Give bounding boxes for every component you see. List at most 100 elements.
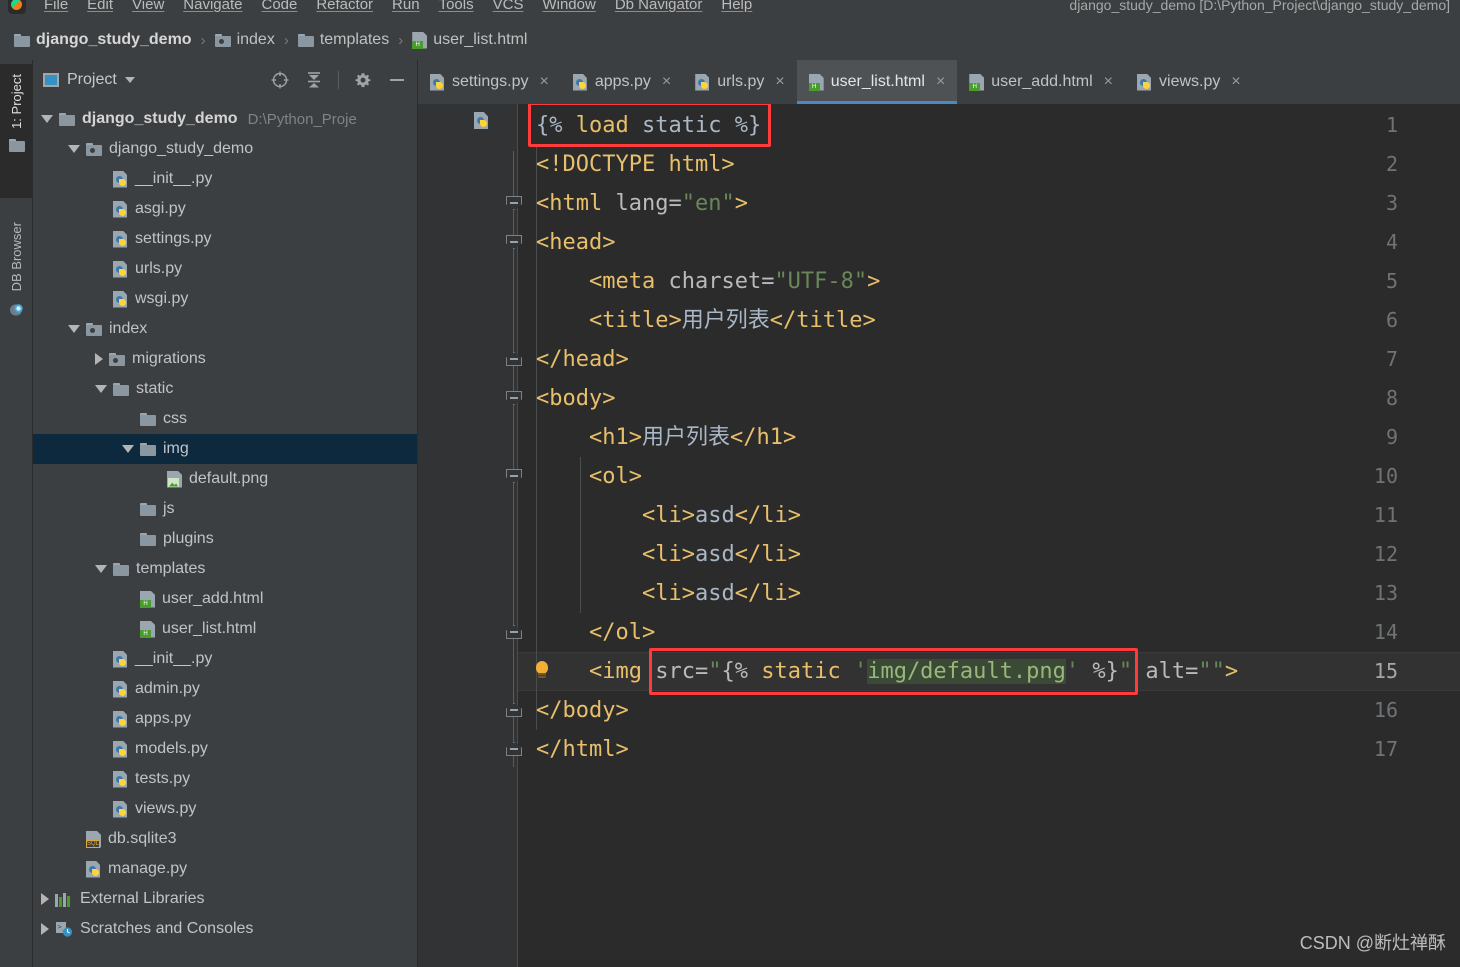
editor-tab-user-list-html[interactable]: Huser_list.html × xyxy=(796,60,958,104)
tree-row[interactable]: migrations xyxy=(33,344,417,374)
editor-tab-settings-py[interactable]: settings.py × xyxy=(418,60,561,104)
tree-row[interactable]: Huser_list.html xyxy=(33,614,417,644)
menu-item-db-navigator[interactable]: Db Navigator xyxy=(615,0,703,15)
tree-row[interactable]: admin.py xyxy=(33,674,417,704)
code-line[interactable]: <!DOCTYPE html> xyxy=(536,145,735,184)
code-line[interactable]: </ol> xyxy=(536,613,655,652)
code-line[interactable]: <li>asd</li> xyxy=(536,574,801,613)
code-line[interactable]: </body> xyxy=(536,691,629,730)
tool-window-button-1-project[interactable]: 1: Project xyxy=(0,64,33,198)
menu-item-code[interactable]: Code xyxy=(261,0,297,15)
tree-row[interactable]: settings.py xyxy=(33,224,417,254)
code-line[interactable]: <img src="{% static 'img/default.png' %}… xyxy=(536,652,1238,691)
tree-row[interactable]: views.py xyxy=(33,794,417,824)
tree-row[interactable]: index xyxy=(33,314,417,344)
chevron-down-icon[interactable] xyxy=(95,565,107,573)
project-file-tree[interactable]: django_study_demo D:\Python_Proje django_s… xyxy=(33,100,417,967)
settings-gear-icon[interactable] xyxy=(353,70,373,90)
tree-row[interactable]: __init__.py xyxy=(33,164,417,194)
tree-row[interactable]: static xyxy=(33,374,417,404)
breadcrumb-item-user-list-html[interactable]: Huser_list.html xyxy=(412,31,527,49)
close-icon[interactable]: × xyxy=(936,73,945,91)
tree-row[interactable]: __init__.py xyxy=(33,644,417,674)
tree-row[interactable]: default.png xyxy=(33,464,417,494)
menu-item-navigate[interactable]: Navigate xyxy=(183,0,242,15)
locate-target-icon[interactable] xyxy=(270,70,290,90)
editor-tab-urls-py[interactable]: urls.py × xyxy=(683,60,796,104)
tree-row[interactable]: Huser_add.html xyxy=(33,584,417,614)
code-line[interactable]: </head> xyxy=(536,340,629,379)
close-icon[interactable]: × xyxy=(1231,73,1240,91)
close-icon[interactable]: × xyxy=(662,73,671,91)
breadcrumb-item-django-study-demo[interactable]: django_study_demo xyxy=(14,31,192,49)
close-icon[interactable]: × xyxy=(775,73,784,91)
breadcrumb[interactable]: django_study_demo › index › templates › Huser_… xyxy=(0,20,1460,60)
menu-items[interactable]: File Edit View Navigate Code Refactor Run Tools… xyxy=(44,0,752,15)
tree-row[interactable]: django_study_demo D:\Python_Proje xyxy=(33,104,417,134)
close-icon[interactable]: × xyxy=(539,73,548,91)
tree-row[interactable]: wsgi.py xyxy=(33,284,417,314)
db-browser-icon xyxy=(9,304,27,323)
code-line[interactable]: <head> xyxy=(536,223,615,262)
chevron-down-icon[interactable] xyxy=(41,115,53,123)
hide-minus-icon[interactable] xyxy=(387,70,407,90)
chevron-down-icon[interactable] xyxy=(124,77,135,83)
code-editor[interactable]: 1 2 3 4 5 6 7 8 9 10 11 12 13 14 15 16 17 {% load static… xyxy=(418,104,1460,967)
collapse-all-icon[interactable] xyxy=(304,70,324,90)
tree-row[interactable]: External Libraries xyxy=(33,884,417,914)
editor-tab-bar[interactable]: settings.py × apps.py × urls.py × Huser_list.h… xyxy=(418,60,1460,104)
chevron-down-icon[interactable] xyxy=(122,445,134,453)
code-line[interactable]: <body> xyxy=(536,379,615,418)
tree-row[interactable]: models.py xyxy=(33,734,417,764)
code-line[interactable]: <li>asd</li> xyxy=(536,535,801,574)
editor-tab-apps-py[interactable]: apps.py × xyxy=(561,60,683,104)
tree-row[interactable]: templates xyxy=(33,554,417,584)
editor-gutter[interactable] xyxy=(418,104,518,967)
menu-item-help[interactable]: Help xyxy=(721,0,752,15)
breadcrumb-item-templates[interactable]: templates xyxy=(297,31,389,49)
close-icon[interactable]: × xyxy=(1104,73,1113,91)
tree-row[interactable]: SQL db.sqlite3 xyxy=(33,824,417,854)
menu-item-refactor[interactable]: Refactor xyxy=(316,0,373,15)
tree-row-label: css xyxy=(163,410,187,427)
tree-row[interactable]: urls.py xyxy=(33,254,417,284)
code-content[interactable]: {% load static %} <!DOCTYPE html> <html la… xyxy=(518,104,1460,967)
tree-row[interactable]: tests.py xyxy=(33,764,417,794)
tree-row[interactable]: apps.py xyxy=(33,704,417,734)
chevron-down-icon[interactable] xyxy=(68,325,80,333)
menu-item-vcs[interactable]: VCS xyxy=(493,0,524,15)
editor-tab-user-add-html[interactable]: Huser_add.html × xyxy=(957,60,1125,104)
editor-tab-views-py[interactable]: views.py × xyxy=(1125,60,1253,104)
chevron-right-icon[interactable] xyxy=(41,893,49,905)
tree-row[interactable]: django_study_demo xyxy=(33,134,417,164)
code-line[interactable]: <meta charset="UTF-8"> xyxy=(536,262,880,301)
tree-row[interactable]: asgi.py xyxy=(33,194,417,224)
chevron-down-icon[interactable] xyxy=(95,385,107,393)
chevron-right-icon[interactable] xyxy=(95,353,103,365)
code-line[interactable]: <ol> xyxy=(536,457,642,496)
menu-item-edit[interactable]: Edit xyxy=(87,0,113,15)
code-line[interactable]: <h1>用户列表</h1> xyxy=(536,418,796,457)
menu-item-view[interactable]: View xyxy=(132,0,164,15)
code-line[interactable]: <title>用户列表</title> xyxy=(536,301,876,340)
python-file-icon xyxy=(113,801,128,818)
tree-row[interactable]: manage.py xyxy=(33,854,417,884)
menu-item-window[interactable]: Window xyxy=(542,0,595,15)
menu-item-tools[interactable]: Tools xyxy=(439,0,474,15)
menu-item-run[interactable]: Run xyxy=(392,0,420,15)
code-line[interactable]: </html> xyxy=(536,730,629,769)
code-line[interactable]: <li>asd</li> xyxy=(536,496,801,535)
tree-row[interactable]: js xyxy=(33,494,417,524)
tree-row[interactable]: >_ Scratches and Consoles xyxy=(33,914,417,944)
tree-row[interactable]: css xyxy=(33,404,417,434)
tool-window-button-db-browser[interactable]: DB Browser xyxy=(0,212,33,346)
intention-bulb-icon[interactable] xyxy=(534,661,550,681)
tree-row[interactable]: img xyxy=(33,434,417,464)
chevron-down-icon[interactable] xyxy=(68,145,80,153)
chevron-right-icon[interactable] xyxy=(41,923,49,935)
code-line[interactable]: {% load static %} xyxy=(536,106,761,145)
menu-item-file[interactable]: File xyxy=(44,0,68,15)
code-line[interactable]: <html lang="en"> xyxy=(536,184,748,223)
tree-row[interactable]: plugins xyxy=(33,524,417,554)
breadcrumb-item-index[interactable]: index xyxy=(214,31,275,49)
